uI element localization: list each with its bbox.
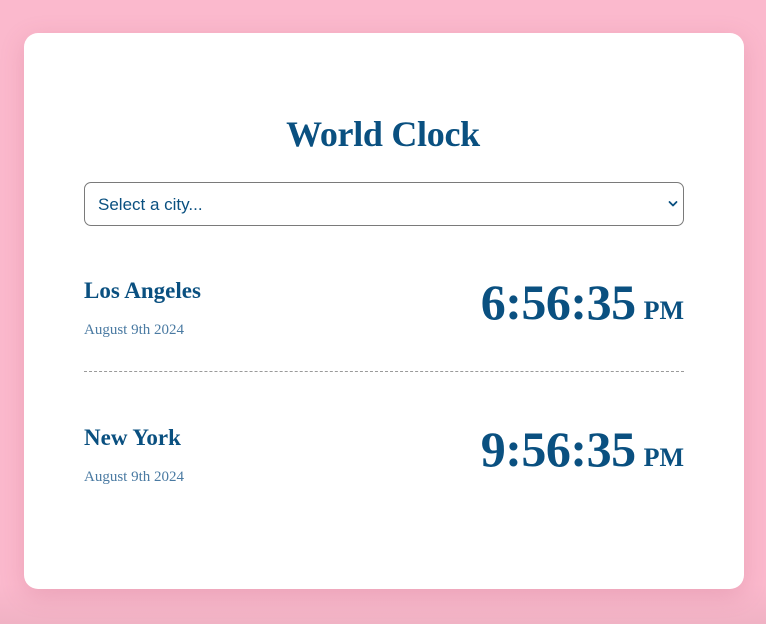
city-select[interactable]: Select a city... xyxy=(84,182,684,226)
city-date: August 9th 2024 xyxy=(84,322,185,338)
time-period: PM xyxy=(643,443,684,472)
page-bottom-shade xyxy=(0,584,766,624)
city-name: Los Angeles xyxy=(84,278,201,303)
city-time: 9:56:35 PM xyxy=(481,424,684,474)
city-time: 6:56:35 PM xyxy=(481,277,684,327)
time-digits: 6:56:35 xyxy=(480,274,636,330)
page-title: World Clock xyxy=(286,114,480,154)
time-period: PM xyxy=(643,296,684,325)
time-digits: 9:56:35 xyxy=(480,421,636,477)
city-divider xyxy=(84,371,684,372)
city-select-wrapper: Select a city... xyxy=(84,182,684,226)
city-name: New York xyxy=(84,425,181,450)
city-date: August 9th 2024 xyxy=(84,469,185,485)
